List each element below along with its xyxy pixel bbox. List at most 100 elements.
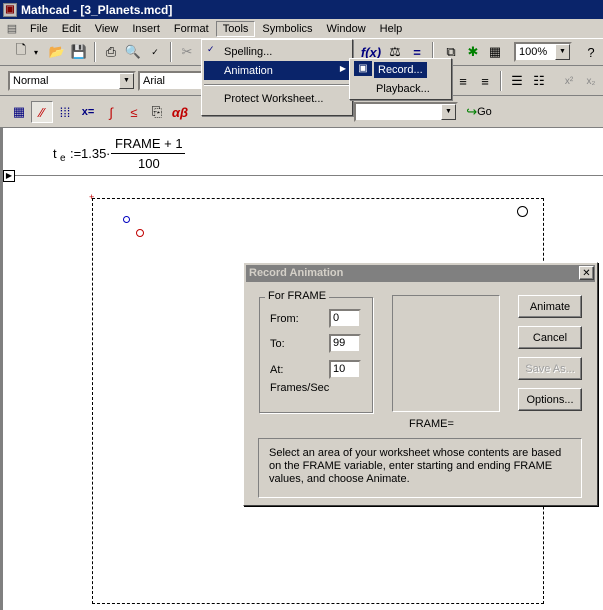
options-button[interactable]: Options... <box>518 388 582 411</box>
group-label: For FRAME <box>265 290 330 302</box>
style-value: Normal <box>13 75 49 87</box>
cut-icon[interactable]: ✂ <box>176 41 198 63</box>
region-marker-icon[interactable]: ▶ <box>3 170 15 182</box>
go-arrow-icon: ↪ <box>466 104 478 119</box>
boolean-icon[interactable]: ≤ <box>123 101 145 123</box>
open-folder-icon[interactable]: 📂 <box>46 41 68 63</box>
matrix-icon[interactable]: ⁞⁞⁞ <box>54 101 76 123</box>
equation-lhs: t <box>53 146 57 161</box>
align-center-icon[interactable]: ≡ <box>452 70 474 92</box>
zoom-value: 100% <box>519 46 548 58</box>
help-box: Select an area of your worksheet whose c… <box>258 438 582 498</box>
close-icon[interactable]: ✕ <box>579 266 594 280</box>
dialog-title: Record Animation <box>249 267 344 279</box>
calculus-icon[interactable]: ∫ <box>100 101 122 123</box>
greek-icon[interactable]: αβ <box>169 101 191 123</box>
at-field[interactable]: 10 <box>329 360 361 379</box>
symbolic-keyword-select[interactable]: ▼ <box>354 102 458 122</box>
equation-subscript: e <box>60 153 66 164</box>
menu-format[interactable]: Format <box>167 21 216 37</box>
page-break-line <box>3 175 603 176</box>
menu-separator <box>204 84 352 86</box>
multiply-dot: · <box>106 146 111 161</box>
record-animation-dialog: Record Animation ✕ For FRAME From: 0 To:… <box>243 262 598 506</box>
at-value: 10 <box>333 363 346 375</box>
from-label: From: <box>270 313 299 325</box>
equation-numerator: FRAME + 1 <box>115 136 183 151</box>
toolbar-separator <box>170 42 172 62</box>
graph-icon[interactable]: ⁄⁄ <box>31 101 53 123</box>
superscript-icon[interactable]: x² <box>558 70 580 92</box>
toolbar-separator <box>500 71 502 91</box>
animate-label: Animate <box>529 300 571 313</box>
evaluation-icon[interactable]: x= <box>77 101 99 123</box>
resource-center-icon[interactable]: ✱ <box>462 41 484 63</box>
calculator-icon[interactable]: ▦ <box>8 101 30 123</box>
go-button[interactable]: ↪ Go <box>462 101 496 123</box>
equation-region[interactable]: t e := 1.35 · FRAME + 1 100 <box>53 136 203 171</box>
record-label: Record... <box>374 61 427 78</box>
chevron-down-icon[interactable]: ▼ <box>441 104 456 120</box>
menu-tools[interactable]: Tools <box>215 20 256 37</box>
menu-symbolics[interactable]: Symbolics <box>255 21 319 37</box>
font-select[interactable]: Arial <box>138 71 206 91</box>
style-select[interactable]: Normal ▼ <box>8 71 136 91</box>
new-dropdown-icon[interactable]: ▾ <box>30 41 42 63</box>
menu-insert[interactable]: Insert <box>125 21 167 37</box>
menu-item-record[interactable]: ▣ Record... <box>352 60 451 79</box>
planet-red-icon <box>136 229 144 237</box>
menu-item-spelling[interactable]: ✓ Spelling... <box>204 42 352 61</box>
animation-submenu: ▣ Record... Playback... <box>349 58 452 100</box>
print-preview-icon[interactable]: 🔍 <box>122 41 144 63</box>
menu-item-animation[interactable]: Animation ▶ <box>204 61 352 80</box>
menu-bar: ▤ File Edit View Insert Format Tools Sym… <box>0 19 603 39</box>
record-camera-icon: ▣ <box>354 61 372 76</box>
toolbar-separator <box>94 42 96 62</box>
print-icon[interactable]: ⎙ <box>100 41 122 63</box>
dialog-title-bar[interactable]: Record Animation <box>246 265 595 282</box>
programming-icon[interactable]: ⎘ <box>146 101 168 123</box>
help-icon[interactable]: ? <box>580 41 602 63</box>
fraction-bar <box>111 153 185 154</box>
chevron-down-icon[interactable]: ▼ <box>119 73 134 89</box>
from-field[interactable]: 0 <box>329 309 361 328</box>
menu-file[interactable]: File <box>23 21 55 37</box>
zoom-select[interactable]: 100% ▼ <box>514 42 572 62</box>
document-icon[interactable]: ▤ <box>4 21 20 37</box>
to-field[interactable]: 99 <box>329 334 361 353</box>
bulleted-list-icon[interactable]: ☰ <box>506 70 528 92</box>
animate-button[interactable]: Animate <box>518 295 582 318</box>
spelling-label: Spelling... <box>224 45 273 58</box>
save-as-label: Save As... <box>525 362 575 375</box>
at-label: At: <box>270 364 284 376</box>
menu-help[interactable]: Help <box>373 21 410 37</box>
spell-check-icon[interactable]: ✓ <box>144 41 166 63</box>
equation-coefficient: 1.35 <box>81 146 107 161</box>
chevron-down-icon[interactable]: ▼ <box>555 44 570 60</box>
cancel-label: Cancel <box>532 331 568 344</box>
subscript-icon[interactable]: x₂ <box>580 70 602 92</box>
collaboratory-icon[interactable]: ▦ <box>484 41 506 63</box>
save-icon[interactable]: 💾 <box>68 41 90 63</box>
app-icon: ▣ <box>3 2 17 17</box>
menu-item-protect-worksheet[interactable]: Protect Worksheet... <box>204 89 352 108</box>
save-as-button[interactable]: Save As... <box>518 357 582 380</box>
numbered-list-icon[interactable]: ☷ <box>528 70 550 92</box>
new-document-icon[interactable]: 🗋 <box>10 41 32 63</box>
menu-view[interactable]: View <box>88 21 126 37</box>
protect-worksheet-label: Protect Worksheet... <box>224 92 324 105</box>
playback-label: Playback... <box>376 82 430 95</box>
help-text: Select an area of your worksheet whose c… <box>269 447 562 485</box>
tools-menu: ✓ Spelling... Animation ▶ Protect Worksh… <box>201 39 353 116</box>
menu-item-playback[interactable]: Playback... <box>352 79 451 98</box>
menu-edit[interactable]: Edit <box>55 21 88 37</box>
spelling-icon: ✓ <box>207 44 215 54</box>
options-label: Options... <box>526 393 574 406</box>
planet-black-icon <box>517 206 528 217</box>
menu-window[interactable]: Window <box>320 21 373 37</box>
equation-assign: := <box>70 146 82 161</box>
equation-denominator: 100 <box>138 156 160 171</box>
frame-readout: FRAME= <box>409 418 454 430</box>
cancel-button[interactable]: Cancel <box>518 326 582 349</box>
align-right-icon[interactable]: ≡ <box>474 70 496 92</box>
